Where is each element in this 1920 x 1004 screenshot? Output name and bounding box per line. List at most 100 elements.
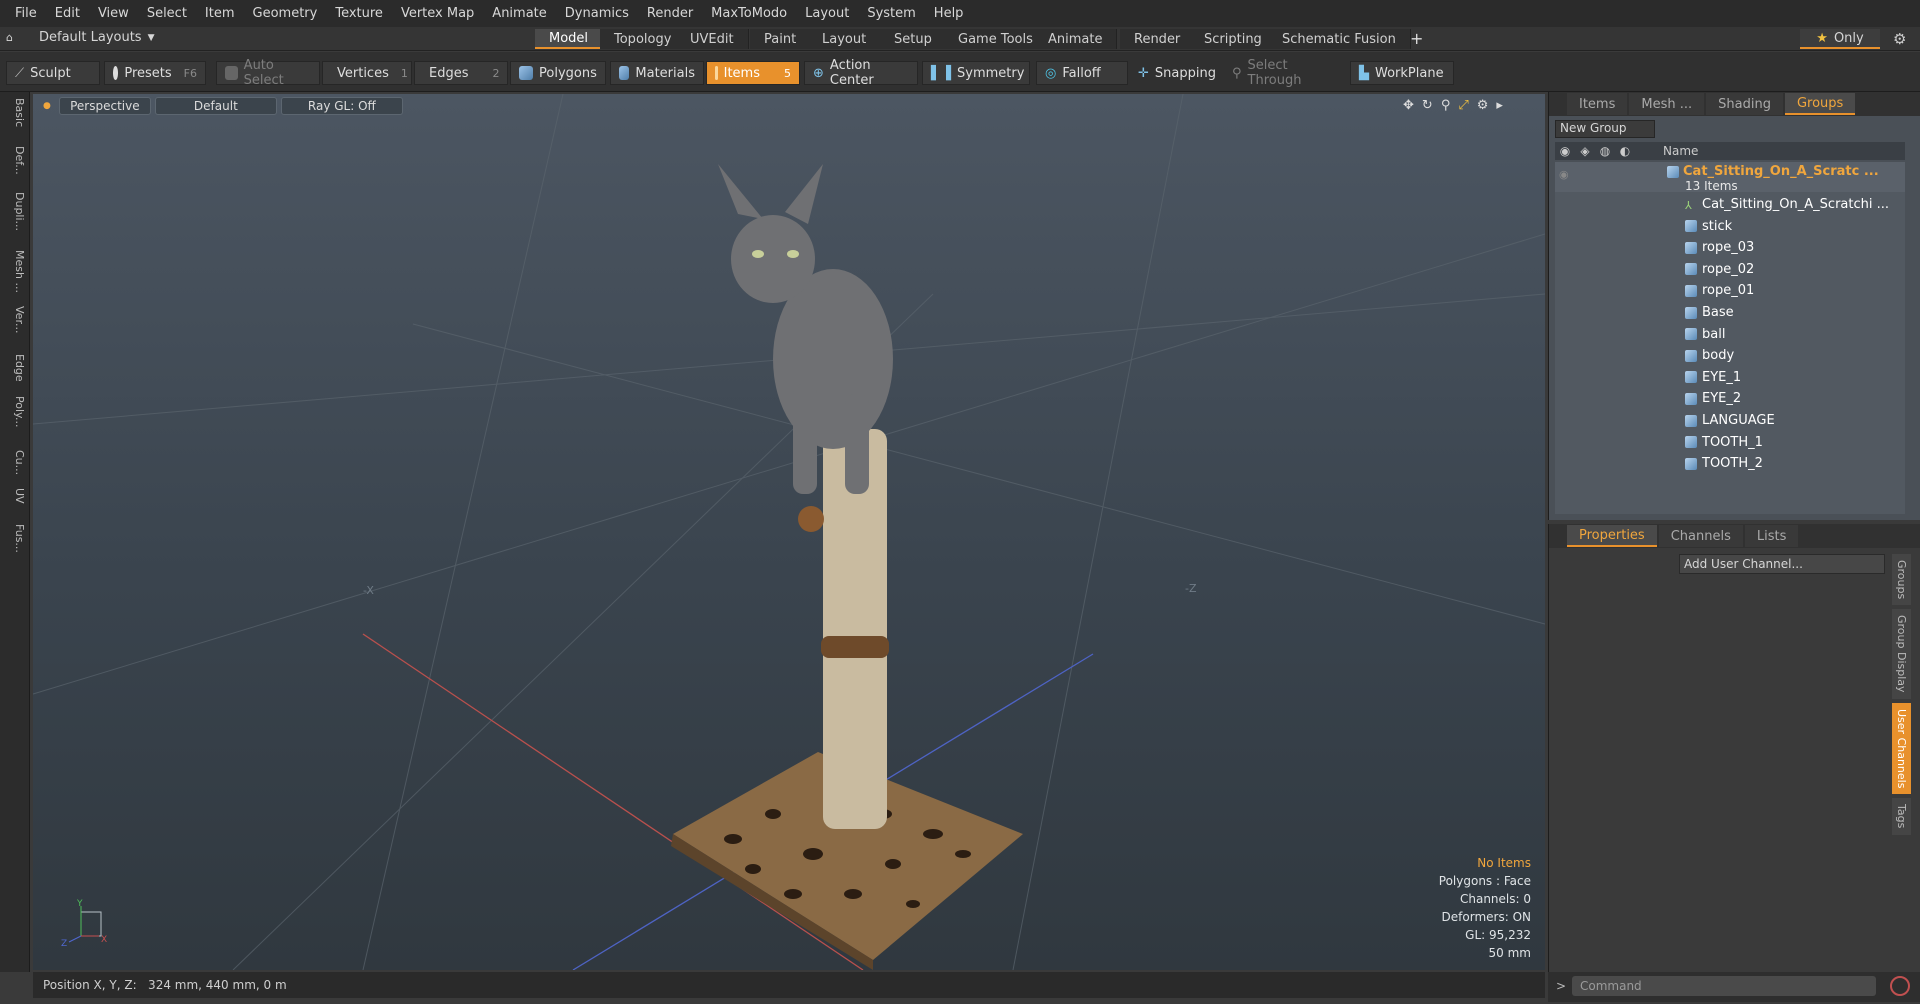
group-item-row[interactable]: EYE_1: [1685, 367, 1741, 388]
symmetry-button[interactable]: ▌▐ Symmetry: [922, 61, 1030, 85]
props-tab-properties[interactable]: Properties: [1567, 525, 1657, 547]
group-item-row[interactable]: ball: [1685, 324, 1725, 345]
falloff-button[interactable]: ◎ Falloff: [1036, 61, 1128, 85]
menu-geometry[interactable]: Geometry: [244, 6, 327, 21]
tab-render[interactable]: Render: [1120, 29, 1196, 49]
tab-paint[interactable]: Paint: [750, 29, 812, 49]
props-tab-channels[interactable]: Channels: [1658, 525, 1743, 547]
group-item-row[interactable]: Base: [1685, 302, 1734, 323]
command-record-icon[interactable]: [1890, 976, 1910, 996]
zoom-icon[interactable]: ⚲: [1441, 98, 1451, 113]
group-item-row[interactable]: ⅄ Cat_Sitting_On_A_Scratchi ...: [1685, 194, 1889, 215]
group-item-row[interactable]: EYE_2: [1685, 388, 1741, 409]
left-tab-7[interactable]: Cu...: [4, 450, 26, 475]
group-row[interactable]: ◉ Cat_Sitting_On_A_Scratc ... 13 Items: [1555, 162, 1905, 193]
tab-setup[interactable]: Setup: [880, 29, 947, 49]
menu-animate[interactable]: Animate: [483, 6, 555, 21]
menu-system[interactable]: System: [858, 6, 924, 21]
side-tab-groups[interactable]: Groups: [1892, 554, 1911, 606]
left-tab-5[interactable]: Edge: [4, 354, 26, 382]
workplane-button[interactable]: ▙ WorkPlane: [1350, 61, 1454, 85]
tab-animate[interactable]: Animate: [1034, 29, 1118, 49]
menu-item[interactable]: Item: [196, 6, 244, 21]
raygl-button[interactable]: Ray GL: Off: [280, 97, 403, 115]
3d-viewport[interactable]: -X -Z ● Perspective Default Ray GL: Off …: [33, 94, 1545, 970]
viewport-dot-icon[interactable]: ●: [43, 101, 51, 111]
gear-icon[interactable]: ⚙: [1893, 30, 1906, 48]
new-group-button[interactable]: New Group: [1555, 120, 1655, 138]
tab-game-tools[interactable]: Game Tools: [944, 29, 1048, 49]
right-tab-shading[interactable]: Shading: [1706, 93, 1783, 115]
menu-select[interactable]: Select: [138, 6, 196, 21]
group-item-row[interactable]: rope_03: [1685, 237, 1754, 258]
fit-icon[interactable]: ⤢: [1458, 98, 1468, 113]
chevron-right-icon[interactable]: ▸: [1496, 98, 1503, 113]
tab-topology[interactable]: Topology: [600, 29, 687, 49]
tab-layout[interactable]: Layout: [808, 29, 882, 49]
side-tab-group-display[interactable]: Group Display: [1892, 609, 1911, 699]
left-tab-6[interactable]: Poly...: [4, 396, 26, 427]
side-tab-user-channels[interactable]: User Channels: [1892, 702, 1911, 795]
menu-dynamics[interactable]: Dynamics: [556, 6, 638, 21]
snapping-button[interactable]: ✛ Snapping: [1130, 61, 1216, 85]
menu-help[interactable]: Help: [925, 6, 973, 21]
rotate-icon[interactable]: ↻: [1422, 98, 1433, 113]
viewport-settings-icon[interactable]: ⚙: [1477, 98, 1489, 113]
side-tab-tags[interactable]: Tags: [1892, 798, 1911, 835]
group-item-row[interactable]: rope_02: [1685, 259, 1754, 280]
polygons-button[interactable]: Polygons: [510, 61, 606, 85]
menu-texture[interactable]: Texture: [326, 6, 392, 21]
menu-maxtomodo[interactable]: MaxToModo: [702, 6, 796, 21]
home-icon[interactable]: ⌂: [6, 31, 13, 44]
command-input[interactable]: Command: [1572, 976, 1876, 996]
group-item-row[interactable]: rope_01: [1685, 280, 1754, 301]
select-through-button[interactable]: ⚲ Select Through: [1224, 58, 1348, 88]
menu-render[interactable]: Render: [638, 6, 702, 21]
left-tab-0[interactable]: Basic: [4, 98, 26, 127]
mesh-icon: [1685, 371, 1697, 384]
pan-icon[interactable]: ✥: [1403, 98, 1414, 113]
sculpt-button[interactable]: ⟋ Sculpt: [6, 61, 100, 85]
left-tab-4[interactable]: Ver...: [4, 306, 26, 333]
stat-gl: GL: 95,232: [1465, 928, 1531, 942]
visibility-eye-icon[interactable]: ◉: [1559, 168, 1569, 181]
materials-button[interactable]: Materials: [610, 61, 704, 85]
menu-edit[interactable]: Edit: [46, 6, 89, 21]
menu-vertex-map[interactable]: Vertex Map: [392, 6, 483, 21]
edges-button[interactable]: Edges 2: [414, 61, 508, 85]
group-item-row[interactable]: TOOTH_1: [1685, 432, 1763, 453]
items-button[interactable]: Items 5: [706, 61, 800, 85]
props-tab-lists[interactable]: Lists: [1744, 525, 1799, 547]
presets-button[interactable]: Presets F6: [104, 61, 206, 85]
right-tab-groups[interactable]: Groups: [1784, 93, 1856, 115]
tab-scripting[interactable]: Scripting: [1190, 29, 1277, 49]
menu-layout[interactable]: Layout: [796, 6, 858, 21]
left-tab-2[interactable]: Dupli...: [4, 192, 26, 231]
left-tab-1[interactable]: Def...: [4, 146, 26, 175]
right-tab-mesh[interactable]: Mesh ...: [1629, 93, 1705, 115]
view-type-button[interactable]: Perspective: [58, 97, 151, 115]
tab-uvedit[interactable]: UVEdit: [676, 29, 749, 49]
groups-panel: Items Mesh ... Shading Groups New Group ◉ ◈…: [1548, 92, 1920, 520]
left-tab-8[interactable]: UV: [4, 488, 26, 504]
layouts-dropdown[interactable]: ⌂ Default Layouts ▼: [6, 30, 155, 45]
workplane-icon: ▙: [1359, 65, 1369, 81]
tab-model[interactable]: Model: [535, 29, 604, 49]
group-item-row[interactable]: LANGUAGE: [1685, 410, 1775, 431]
menu-view[interactable]: View: [89, 6, 138, 21]
group-item-row[interactable]: TOOTH_2: [1685, 453, 1763, 474]
vertices-button[interactable]: Vertices 1: [322, 61, 412, 85]
left-tab-9[interactable]: Fus...: [4, 524, 26, 553]
group-item-row[interactable]: body: [1685, 345, 1734, 366]
group-item-row[interactable]: stick: [1685, 216, 1732, 237]
add-tab-icon[interactable]: +: [1410, 29, 1423, 48]
add-user-channel-button[interactable]: Add User Channel...: [1679, 554, 1885, 574]
only-toggle[interactable]: ★ Only: [1800, 29, 1880, 49]
left-tab-3[interactable]: Mesh ...: [4, 250, 26, 293]
action-center-button[interactable]: ⊕ Action Center: [804, 58, 918, 88]
right-tab-items[interactable]: Items: [1567, 93, 1628, 115]
tab-schematic-fusion[interactable]: Schematic Fusion: [1268, 29, 1411, 49]
menu-file[interactable]: File: [6, 6, 46, 21]
auto-select-button[interactable]: Auto Select: [216, 58, 320, 88]
shading-style-button[interactable]: Default: [154, 97, 277, 115]
